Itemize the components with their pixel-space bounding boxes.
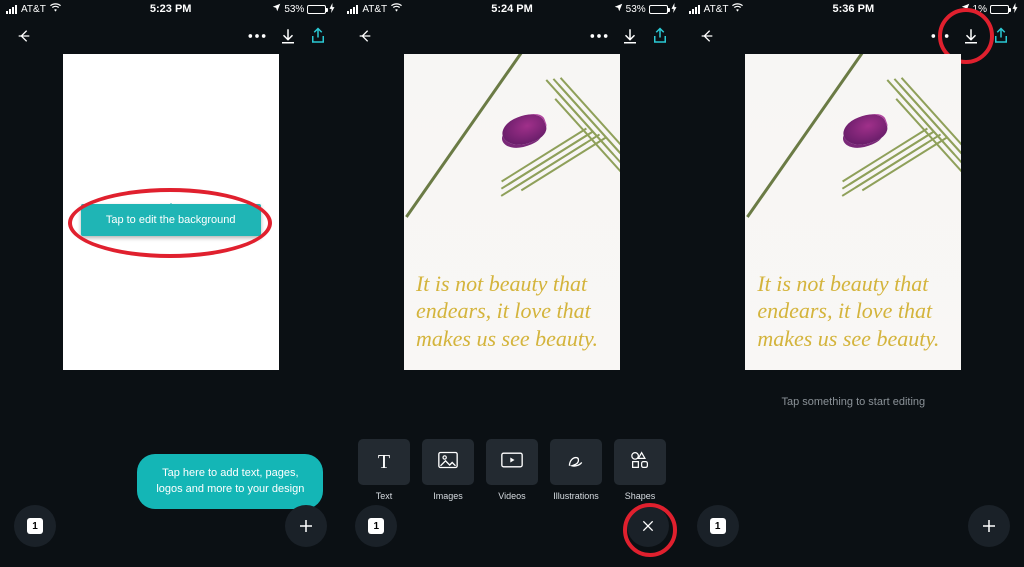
bottom-bar: 1 <box>341 501 682 551</box>
clock: 5:23 PM <box>0 3 341 15</box>
battery-icon <box>307 5 326 14</box>
design-canvas-wrapper: It is not beauty that endears, it love t… <box>404 54 620 370</box>
battery-icon <box>649 5 668 14</box>
editor-hint: Tap something to start editing <box>683 396 1024 408</box>
tool-label: Shapes <box>625 491 656 501</box>
tooltip-edit-background[interactable]: Tap to edit the background <box>81 204 261 236</box>
page-count-button[interactable]: 1 <box>697 505 739 547</box>
design-canvas-wrapper: It is not beauty that endears, it love t… <box>745 54 961 370</box>
tool-label: Videos <box>498 491 525 501</box>
more-dots-icon[interactable] <box>930 33 950 39</box>
share-icon[interactable] <box>992 27 1010 45</box>
back-arrow-icon[interactable] <box>697 28 717 44</box>
quote-text[interactable]: It is not beauty that endears, it love t… <box>757 270 949 353</box>
shapes-icon <box>630 451 650 474</box>
page-badge: 1 <box>27 518 43 534</box>
app-header <box>683 18 1024 54</box>
download-icon[interactable] <box>962 27 980 45</box>
design-canvas-wrapper: Tap to edit the background <box>63 54 279 370</box>
tool-shapes[interactable]: Shapes <box>611 439 669 501</box>
tool-label: Text <box>376 491 393 501</box>
design-canvas[interactable]: It is not beauty that endears, it love t… <box>404 54 620 370</box>
quote-text[interactable]: It is not beauty that endears, it love t… <box>416 270 608 353</box>
bottom-bar: 1 <box>683 501 1024 551</box>
download-icon[interactable] <box>279 27 297 45</box>
design-canvas[interactable]: It is not beauty that endears, it love t… <box>745 54 961 370</box>
page-count-button[interactable]: 1 <box>355 505 397 547</box>
design-canvas[interactable]: Tap to edit the background <box>63 54 279 370</box>
text-icon: T <box>378 451 390 474</box>
battery-icon <box>990 5 1009 14</box>
clock: 5:36 PM <box>683 3 1024 15</box>
status-bar: AT&T 5:23 PM 53% <box>0 0 341 18</box>
videos-icon <box>501 452 523 473</box>
close-button[interactable] <box>627 505 669 547</box>
page-badge: 1 <box>710 518 726 534</box>
share-icon[interactable] <box>651 27 669 45</box>
more-dots-icon[interactable] <box>247 33 267 39</box>
tool-videos[interactable]: Videos <box>483 439 541 501</box>
app-header <box>0 18 341 54</box>
phone-screen-3: AT&T 5:36 PM 1% <box>683 0 1024 567</box>
bottom-bar: 1 <box>0 501 341 551</box>
back-arrow-icon[interactable] <box>14 28 34 44</box>
images-icon <box>438 451 458 474</box>
status-bar: AT&T 5:24 PM 53% <box>341 0 682 18</box>
illustrations-icon <box>566 451 586 474</box>
tool-label: Images <box>433 491 463 501</box>
tool-illustrations[interactable]: Illustrations <box>547 439 605 501</box>
phone-screen-1: AT&T 5:23 PM 53% <box>0 0 341 567</box>
clock: 5:24 PM <box>341 3 682 15</box>
app-header <box>341 18 682 54</box>
status-bar: AT&T 5:36 PM 1% <box>683 0 1024 18</box>
page-count-button[interactable]: 1 <box>14 505 56 547</box>
phone-screen-2: AT&T 5:24 PM 53% <box>341 0 682 567</box>
add-button[interactable] <box>285 505 327 547</box>
add-button[interactable] <box>968 505 1010 547</box>
tool-text[interactable]: T Text <box>355 439 413 501</box>
more-dots-icon[interactable] <box>589 33 609 39</box>
tool-label: Illustrations <box>553 491 599 501</box>
editor-toolbar: T Text Images Videos Illustrations Sha <box>341 439 682 501</box>
back-arrow-icon[interactable] <box>355 28 375 44</box>
page-badge: 1 <box>368 518 384 534</box>
share-icon[interactable] <box>309 27 327 45</box>
tool-images[interactable]: Images <box>419 439 477 501</box>
download-icon[interactable] <box>621 27 639 45</box>
